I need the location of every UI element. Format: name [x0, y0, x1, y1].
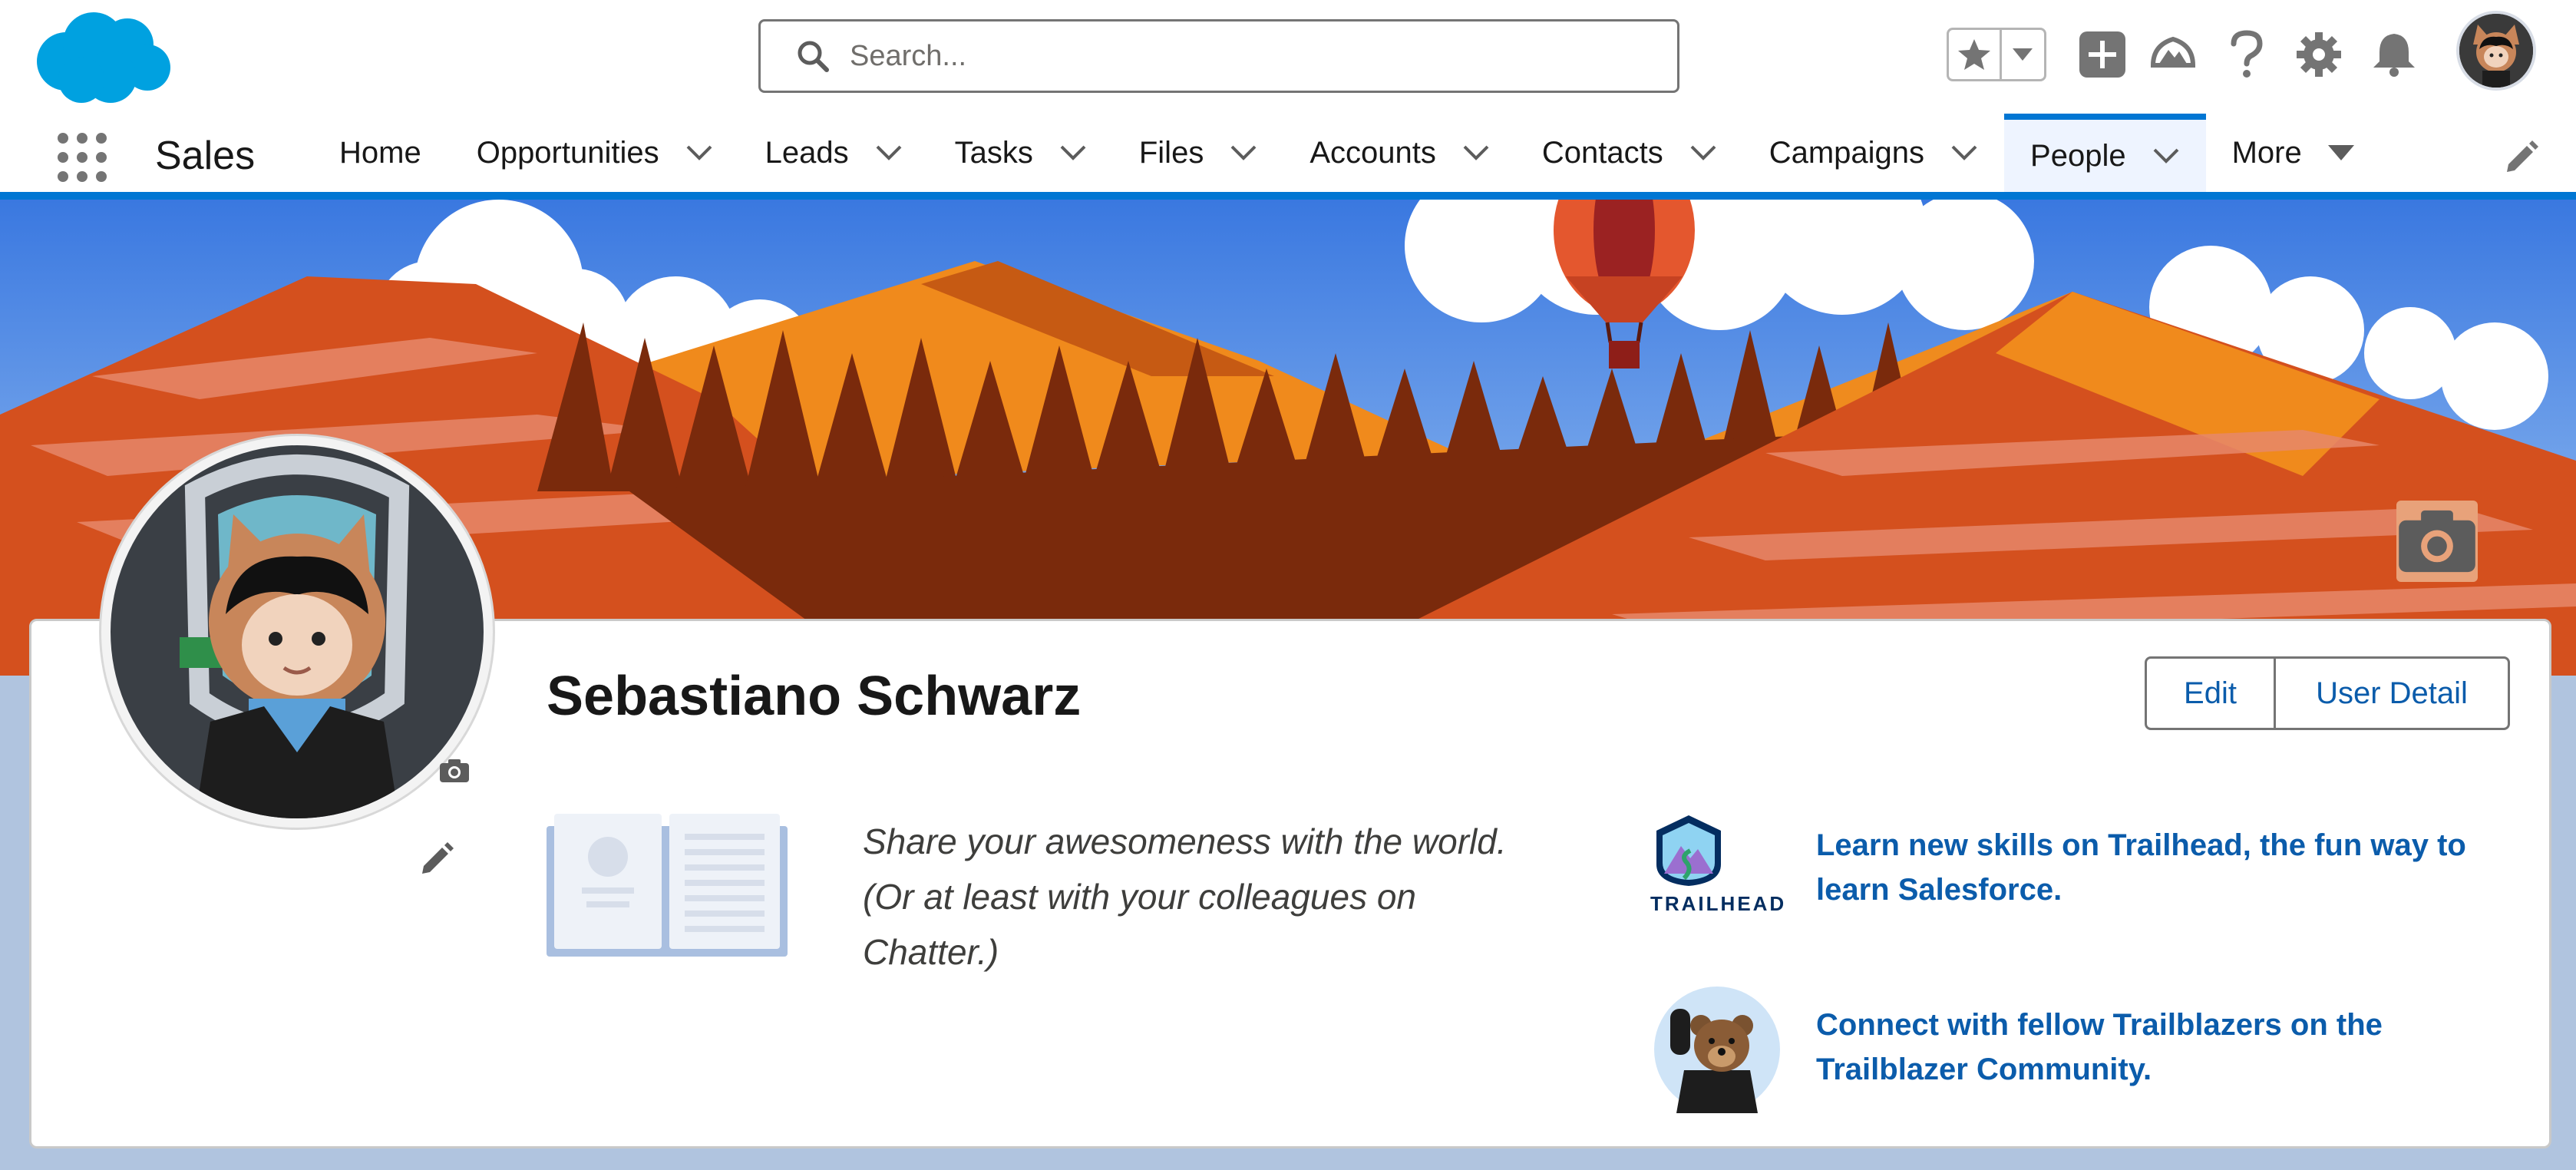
nav-item-label: Contacts [1541, 135, 1663, 170]
user-name: Sebastiano Schwarz [547, 666, 1082, 727]
app-launcher-icon[interactable] [55, 131, 109, 184]
nav-item-more[interactable]: More [2206, 114, 2380, 192]
app-nav-bar: Sales Home Opportunities Leads Tasks Fil… [0, 114, 2576, 200]
chevron-down-icon[interactable] [875, 144, 903, 161]
user-avatar[interactable] [2456, 11, 2536, 91]
global-search[interactable] [758, 19, 1679, 93]
help-button[interactable] [2220, 28, 2274, 81]
caret-down-icon [2327, 145, 2354, 160]
guidance-center-button[interactable] [2146, 28, 2200, 81]
app-name: Sales [155, 134, 256, 178]
nav-item-files[interactable]: Files [1113, 114, 1283, 192]
trailhead-link[interactable]: Learn new skills on Trailhead, the fun w… [1816, 823, 2507, 912]
caret-down-icon [2013, 48, 2033, 61]
nav-item-people[interactable]: People [2004, 114, 2206, 192]
chevron-down-icon[interactable] [1950, 144, 1978, 161]
nav-item-campaigns[interactable]: Campaigns [1743, 114, 2004, 192]
chevron-down-icon[interactable] [1689, 144, 1717, 161]
trailhead-guidance-icon [2150, 36, 2196, 68]
edit-nav-pencil-icon[interactable] [2502, 137, 2541, 175]
trailblazer-community-link[interactable]: Connect with fellow Trailblazers on the … [1816, 1003, 2507, 1092]
astro-profile-photo-icon [111, 445, 484, 818]
global-actions-button[interactable] [2076, 28, 2129, 81]
trailhead-wordmark: TRAILHEAD [1650, 892, 1787, 915]
chevron-down-icon[interactable] [2152, 147, 2180, 164]
nav-item-label: Opportunities [476, 135, 659, 170]
app-root: Sales Home Opportunities Leads Tasks Fil… [0, 0, 2576, 1170]
profile-photo-camera-button[interactable] [434, 751, 474, 791]
about-me-placeholder-text: Share your awesomeness with the world. (… [863, 821, 1507, 972]
nav-item-opportunities[interactable]: Opportunities [451, 114, 739, 192]
nav-item-tasks[interactable]: Tasks [929, 114, 1113, 192]
search-icon [798, 41, 829, 72]
edit-button[interactable]: Edit [2147, 659, 2276, 728]
nav-more-label: More [2231, 135, 2302, 170]
bell-icon [2373, 34, 2415, 77]
salesforce-logo-icon[interactable] [34, 8, 172, 104]
nav-item-label: People [2030, 138, 2126, 173]
chevron-down-icon[interactable] [685, 144, 713, 161]
nav-item-label: Files [1138, 135, 1204, 170]
global-header [0, 0, 2576, 114]
nav-item-label: Tasks [954, 135, 1033, 170]
help-icon [2231, 30, 2263, 78]
chevron-down-icon[interactable] [1230, 144, 1257, 161]
trailhead-logo-icon [1656, 815, 1721, 886]
nav-item-label: Leads [765, 135, 849, 170]
open-book-illustration-icon [547, 814, 788, 957]
nav-items: Home Opportunities Leads Tasks Files Acc… [313, 114, 2380, 192]
profile-action-buttons: Edit User Detail [2145, 656, 2510, 730]
camera-icon [440, 759, 469, 782]
setup-button[interactable] [2292, 28, 2346, 81]
nav-item-accounts[interactable]: Accounts [1283, 114, 1516, 192]
gear-icon [2297, 32, 2341, 77]
nav-item-home[interactable]: Home [313, 114, 451, 192]
favorites-button-group [1947, 28, 2046, 81]
favorites-menu-button[interactable] [2002, 30, 2044, 79]
star-icon [1957, 39, 1990, 70]
edit-pencil-icon[interactable] [418, 838, 456, 877]
chevron-down-icon[interactable] [1462, 144, 1490, 161]
search-input[interactable] [850, 39, 1617, 73]
astro-avatar-icon [2459, 14, 2533, 88]
nav-item-label: Home [339, 135, 421, 170]
favorites-star-button[interactable] [1949, 30, 2002, 79]
plus-icon [2079, 31, 2125, 78]
user-detail-button[interactable]: User Detail [2276, 659, 2508, 728]
chevron-down-icon[interactable] [1059, 144, 1087, 161]
notifications-button[interactable] [2367, 28, 2421, 81]
banner-photo-button[interactable] [2396, 501, 2478, 582]
trailblazer-bear-icon [1654, 987, 1780, 1113]
nav-item-label: Campaigns [1769, 135, 1925, 170]
nav-item-contacts[interactable]: Contacts [1516, 114, 1743, 192]
nav-item-label: Accounts [1309, 135, 1436, 170]
nav-item-leads[interactable]: Leads [739, 114, 929, 192]
